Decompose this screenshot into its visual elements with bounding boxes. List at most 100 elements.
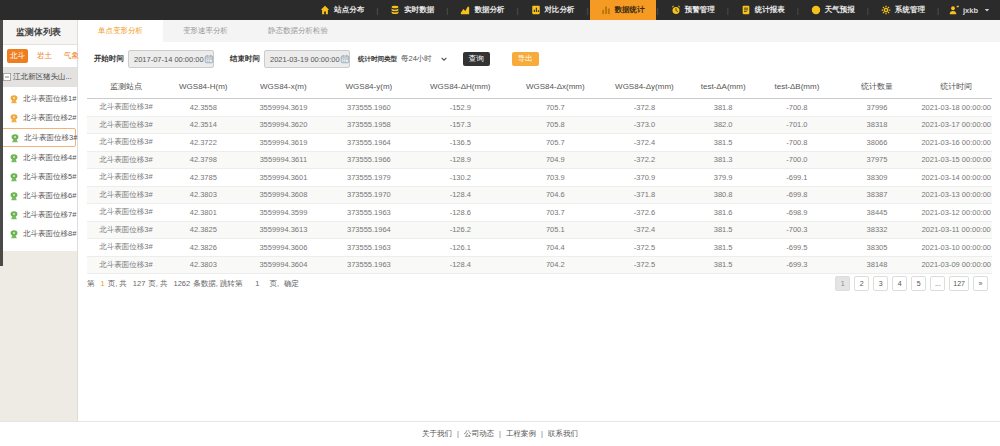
sidebar-item-label: 北斗表面位移7# [23,210,76,220]
sidebar-item[interactable]: 北斗表面位移4# [0,148,77,167]
collapse-icon[interactable] [3,73,11,81]
topbar-menu-label: 数据分析 [474,5,504,15]
analysis-tabs: 单点变形分析 变形速率分析 静态数据分析检验 [78,20,1000,42]
table-row[interactable]: 北斗表面位移3# 42.3803 3559994.3608 373555.197… [87,186,992,204]
tree-root-label: 江北新区猪头山... [13,72,72,82]
topbar-menu-item[interactable]: 对比分析 [520,0,586,20]
topbar-menu-item[interactable]: 实时数据 [379,0,445,20]
table-row[interactable]: 北斗表面位移3# 42.3785 3559994.3601 373555.197… [87,169,992,187]
jump-page-input[interactable]: 1 [250,279,264,288]
page-buttons: 1 2 3 4 5 ... 127 [835,276,988,291]
sidebar-item-label: 北斗表面位移4# [23,153,76,163]
query-button[interactable]: 查询 [463,52,490,66]
sidebar-item[interactable]: 北斗表面位移7# [0,205,77,224]
sidebar-tab[interactable]: 气象 [61,49,82,63]
table-row[interactable]: 北斗表面位移3# 42.3803 3559994.3604 373555.196… [87,256,992,274]
page-button[interactable]: 2 [854,276,869,291]
end-time-input[interactable]: 2021-03-19 00:00:00 [264,50,350,68]
topbar-menu-item[interactable]: 数据分析 [449,0,515,20]
topbar-menu: 站点分布 实时数据 数据分析 [309,0,936,20]
table-row[interactable]: 北斗表面位移3# 42.3826 3559994.3606 373555.196… [87,239,992,257]
table-header-cell: WGS84-ΔH(mm) [413,78,508,99]
page-button[interactable]: 5 [911,276,926,291]
table-header-cell: 监测站点 [87,78,165,99]
footer: 关于我们 公司动态 工程案例 联系我们 [0,421,1000,446]
sidebar-item[interactable]: 北斗表面位移6# [0,186,77,205]
sidebar-item[interactable]: 北斗表面位移2# [0,108,77,127]
sidebar-tab[interactable]: 北斗 [7,49,28,63]
page-button[interactable]: 4 [892,276,907,291]
table-body: 北斗表面位移3# 42.3558 3559994.3619 373555.196… [87,99,992,274]
sidebar-item[interactable]: 北斗表面位移1# [0,89,77,108]
data-table: 监测站点WGS84-H(m)WGS84-x(m)WGS84-y(m)WGS84-… [87,78,992,274]
analysis-tab[interactable]: 变形速率分析 [163,20,248,42]
topbar-menu-item[interactable]: 系统管理 [870,0,936,20]
content: 开始时间 2017-07-14 00:00:00 结束时间 2021-03-19… [78,42,1000,421]
page-body: 监测体列表 北斗 岩土 气象 江北新区猪头山... 北斗表面 [0,20,1000,421]
pagination: 第 1 页, 共 127 页, 共 1262 条数据, 跳转第 1 页, 确定 … [87,276,992,291]
satellite-icon [9,113,19,123]
satellite-icon [9,210,19,220]
sidebar-item-label: 北斗表面位移3# [24,133,77,143]
topbar-menu-item[interactable]: 天气预报 [800,0,866,20]
tree-root-node[interactable]: 江北新区猪头山... [0,67,77,87]
confirm-button[interactable]: 确定 [284,279,299,289]
user-menu[interactable]: jxkb [940,5,996,15]
topbar-menu-item[interactable]: 预警管理 [660,0,726,20]
topbar-menu-label: 系统管理 [895,5,925,15]
satellite-icon [9,191,19,201]
table-row[interactable]: 北斗表面位移3# 42.3798 3559994.3611 373555.196… [87,151,992,169]
table-row[interactable]: 北斗表面位移3# 42.3801 3559994.3599 373555.196… [87,204,992,222]
table-row[interactable]: 北斗表面位移3# 42.3722 3559994.3619 373555.196… [87,134,992,152]
stat-type-select[interactable]: 每24小时 [401,54,448,64]
sidebar-item-label: 北斗表面位移6# [23,191,76,201]
analysis-tab[interactable]: 静态数据分析检验 [248,20,348,42]
topbar-menu-label: 天气预报 [825,5,855,15]
footer-link[interactable]: 公司动态 [452,429,494,439]
sidebar-empty-area [0,251,77,421]
sidebar-tab[interactable]: 岩土 [34,49,55,63]
sidebar-item[interactable]: 北斗表面位移8# [0,224,77,243]
current-page: 1 [101,279,105,288]
topbar-menu-item[interactable]: 站点分布 [309,0,375,20]
main: 单点变形分析 变形速率分析 静态数据分析检验 开始时间 2017-07-14 0… [78,20,1000,421]
sidebar-item[interactable]: 北斗表面位移3# [1,128,76,147]
footer-link[interactable]: 工程案例 [494,429,536,439]
table-header-cell: 统计时间 [920,78,992,99]
username: jxkb [963,6,978,15]
page-button[interactable]: 3 [873,276,888,291]
page-button[interactable]: 1 [835,276,850,291]
page-button[interactable]: 127 [949,276,969,291]
start-time-input[interactable]: 2017-07-14 00:00:00 [128,50,214,68]
topbar-menu-label: 预警管理 [685,5,715,15]
total-rows: 1262 [174,279,191,288]
topbar-menu-item[interactable]: 统计报表 [730,0,796,20]
table-row[interactable]: 北斗表面位移3# 42.3514 3559994.3620 373555.195… [87,116,992,134]
calendar-icon[interactable] [204,54,214,64]
sidebar-item-label: 北斗表面位移1# [23,94,76,104]
sidebar-item[interactable]: 北斗表面位移5# [0,167,77,186]
page-button[interactable]: ... [930,276,945,291]
analysis-tab[interactable]: 单点变形分析 [78,20,163,42]
sidebar-title: 监测体列表 [0,20,77,45]
calendar-icon[interactable] [340,54,350,64]
page-button[interactable]: » [973,276,988,291]
footer-link[interactable]: 联系我们 [536,429,578,439]
topbar-menu-label: 站点分布 [334,5,364,15]
table-header-cell: WGS84-Δy(mm) [603,78,686,99]
home-icon [320,5,330,15]
topbar-menu-item[interactable]: 数据统计 [590,0,656,20]
app: 站点分布 实时数据 数据分析 [0,0,1000,446]
gear-icon [881,5,891,15]
line-chart-icon [460,5,470,15]
topbar-menu-label: 数据统计 [615,5,645,15]
footer-link[interactable]: 关于我们 [422,429,452,439]
table-header-cell: test-ΔA(mm) [686,78,760,99]
topbar-menu-label: 实时数据 [404,5,434,15]
export-button[interactable]: 导出 [512,52,539,66]
table-row[interactable]: 北斗表面位移3# 42.3825 3559994.3613 373555.196… [87,221,992,239]
table-header-cell: WGS84-H(m) [165,78,242,99]
topbar-menu-label: 对比分析 [545,5,575,15]
topbar: 站点分布 实时数据 数据分析 [0,0,1000,20]
table-row[interactable]: 北斗表面位移3# 42.3558 3559994.3619 373555.196… [87,99,992,117]
